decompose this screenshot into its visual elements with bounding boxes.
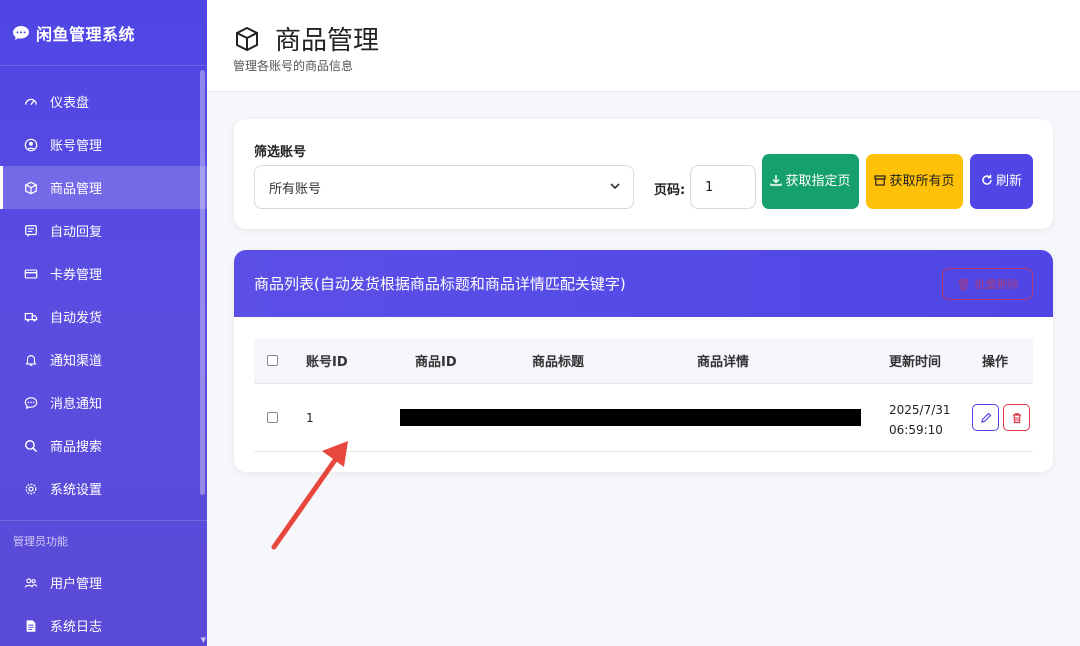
- filter-account-label: 筛选账号: [254, 145, 307, 160]
- user-circle-icon: [24, 138, 38, 152]
- delete-button[interactable]: [1003, 404, 1030, 431]
- sidebar: 闲鱼管理系统 仪表盘 账号管理 商品管理 自动回复 卡券管理 自动发货 通知渠道…: [0, 0, 207, 646]
- chat-square-icon: [24, 224, 38, 238]
- pencil-icon: [980, 412, 991, 423]
- annotation-arrow-icon: [271, 441, 348, 550]
- filter-card: 筛选账号 所有账号 页码: 1 获取指定页 获取所有页 刷新: [234, 119, 1053, 229]
- fetch-page-label: 获取指定页: [785, 173, 851, 189]
- edit-button[interactable]: [972, 404, 999, 431]
- cell-updated-date: 2025/7/31: [889, 403, 951, 417]
- sidebar-item-label: 用户管理: [50, 577, 103, 592]
- page-number-input[interactable]: 1: [690, 165, 756, 209]
- redacted-content: [400, 409, 861, 426]
- trash-icon: [1012, 412, 1021, 423]
- fetch-all-label: 获取所有页: [889, 173, 955, 189]
- refresh-icon: [982, 174, 992, 185]
- product-list-title: 商品列表(自动发货根据商品标题和商品详情匹配关键字): [254, 275, 626, 293]
- cell-updated-clock: 06:59:10: [889, 423, 943, 437]
- sidebar-item-dashboard[interactable]: 仪表盘: [0, 80, 207, 123]
- bell-icon: [24, 353, 38, 367]
- account-select[interactable]: 所有账号: [254, 165, 634, 209]
- sidebar-item-auto-reply[interactable]: 自动回复: [0, 209, 207, 252]
- box-icon: [24, 181, 38, 195]
- chat-bubble-icon: [13, 25, 29, 40]
- cell-account-id: 1: [306, 410, 314, 425]
- sidebar-item-products[interactable]: 商品管理: [0, 166, 207, 209]
- sidebar-item-label: 系统日志: [50, 620, 103, 635]
- file-icon: [24, 619, 38, 633]
- column-header-product-detail: 商品详情: [697, 355, 750, 370]
- sidebar-nav: 仪表盘 账号管理 商品管理 自动回复 卡券管理 自动发货 通知渠道 消息通知 商…: [0, 66, 207, 646]
- page-header: 商品管理 管理各账号的商品信息: [207, 0, 1080, 92]
- chevron-down-icon: [610, 183, 620, 190]
- sidebar-item-label: 系统设置: [50, 483, 103, 498]
- sidebar-item-users[interactable]: 用户管理: [0, 561, 207, 604]
- select-all-checkbox[interactable]: [267, 355, 278, 366]
- table-header: 账号ID 商品ID 商品标题 商品详情 更新时间 操作: [254, 338, 1033, 384]
- column-header-product-id: 商品ID: [415, 355, 457, 370]
- sidebar-item-product-search[interactable]: 商品搜索: [0, 424, 207, 467]
- brand[interactable]: 闲鱼管理系统: [0, 0, 207, 66]
- dashboard-icon: [24, 95, 38, 109]
- sidebar-item-label: 通知渠道: [50, 354, 103, 369]
- batch-delete-button[interactable]: 🗑 批量删除: [942, 268, 1033, 300]
- fetch-all-button[interactable]: 获取所有页: [866, 154, 963, 209]
- sidebar-item-label: 卡券管理: [50, 268, 103, 283]
- page-number-label: 页码:: [654, 183, 686, 198]
- column-header-account-id: 账号ID: [306, 355, 348, 370]
- sidebar-item-cards[interactable]: 卡券管理: [0, 252, 207, 295]
- page-title: 商品管理: [275, 26, 380, 56]
- sidebar-item-label: 仪表盘: [50, 96, 90, 111]
- sidebar-item-label: 自动回复: [50, 225, 103, 240]
- column-header-updated-time: 更新时间: [889, 355, 942, 370]
- scroll-down-icon[interactable]: ▼: [201, 636, 206, 644]
- people-icon: [24, 576, 38, 590]
- chat-dots-icon: [24, 396, 38, 410]
- refresh-label: 刷新: [995, 173, 1022, 189]
- gear-icon: [24, 482, 38, 496]
- product-list-header: 商品列表(自动发货根据商品标题和商品详情匹配关键字): [234, 250, 1053, 317]
- title-row: 商品管理: [233, 20, 1080, 57]
- box-icon: [236, 26, 258, 51]
- product-table: 账号ID 商品ID 商品标题 商品详情 更新时间 操作 1 2025/7/31 …: [254, 338, 1033, 452]
- sidebar-item-label: 账号管理: [50, 139, 103, 154]
- sidebar-item-settings[interactable]: 系统设置: [0, 467, 207, 510]
- sidebar-section-admin: 管理员功能: [13, 535, 68, 548]
- sidebar-item-label: 商品管理: [50, 182, 103, 197]
- account-select-value: 所有账号: [269, 181, 322, 197]
- row-checkbox[interactable]: [267, 412, 278, 423]
- fetch-page-button[interactable]: 获取指定页: [762, 154, 859, 209]
- truck-icon: [24, 310, 38, 324]
- sidebar-item-auto-delivery[interactable]: 自动发货: [0, 295, 207, 338]
- card-icon: [24, 267, 38, 281]
- cell-updated-time: 2025/7/31 06:59:10: [889, 400, 951, 440]
- sidebar-item-label: 商品搜索: [50, 440, 103, 455]
- sidebar-item-notify-channels[interactable]: 通知渠道: [0, 338, 207, 381]
- column-header-product-title: 商品标题: [532, 355, 585, 370]
- page-subtitle: 管理各账号的商品信息: [233, 59, 354, 73]
- sidebar-item-accounts[interactable]: 账号管理: [0, 123, 207, 166]
- brand-title: 闲鱼管理系统: [36, 24, 136, 44]
- trash-icon: 🗑: [956, 277, 971, 291]
- sidebar-item-label: 自动发货: [50, 311, 103, 326]
- sidebar-item-logs[interactable]: 系统日志: [0, 604, 207, 646]
- box-archive-icon: [874, 174, 887, 186]
- refresh-button[interactable]: 刷新: [970, 154, 1033, 209]
- sidebar-item-label: 消息通知: [50, 397, 103, 412]
- sidebar-item-message-notify[interactable]: 消息通知: [0, 381, 207, 424]
- download-icon: [770, 174, 783, 186]
- column-header-actions: 操作: [982, 355, 1009, 370]
- table-row: 1 2025/7/31 06:59:10: [254, 384, 1033, 452]
- sidebar-scrollbar[interactable]: [200, 70, 205, 495]
- batch-delete-label: 批量删除: [974, 278, 1019, 291]
- search-icon: [24, 439, 38, 453]
